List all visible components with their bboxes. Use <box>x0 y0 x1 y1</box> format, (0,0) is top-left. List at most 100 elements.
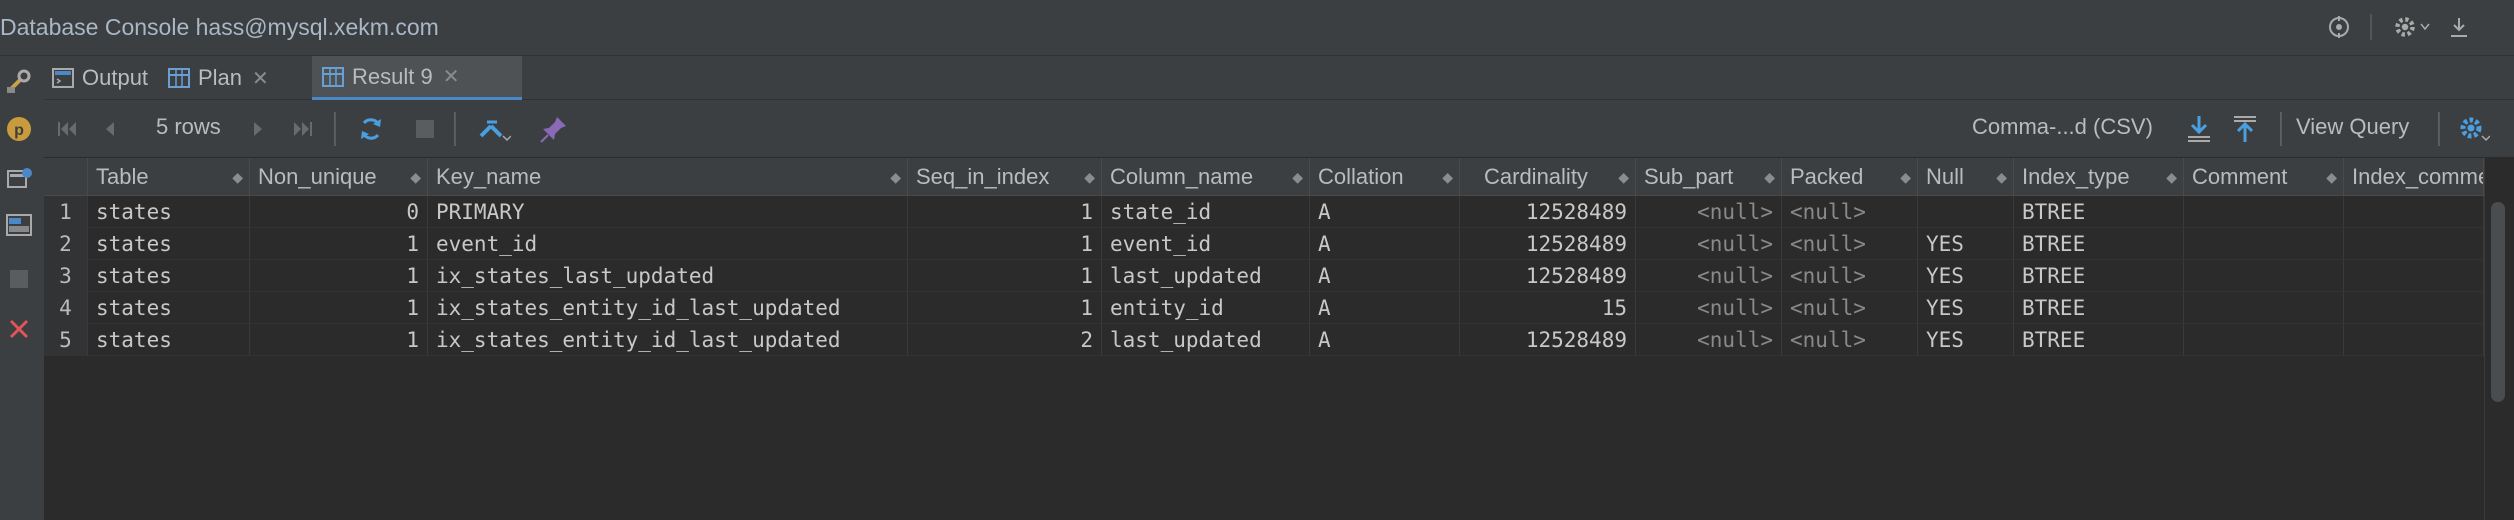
sort-icon[interactable]: ◆ <box>2166 158 2177 196</box>
column-header[interactable]: Column_name ◆ <box>1102 158 1310 196</box>
stop-icon[interactable] <box>410 112 440 146</box>
table-cell[interactable]: last_updated <box>1102 324 1310 356</box>
sort-icon[interactable]: ◆ <box>1764 158 1775 196</box>
table-row[interactable]: 4 states 1 ix_states_entity_id_last_upda… <box>44 292 2484 324</box>
table-cell[interactable] <box>2184 196 2344 228</box>
table-cell[interactable]: <null> <box>1636 292 1782 324</box>
sort-icon[interactable]: ◆ <box>410 158 421 196</box>
export-format-select[interactable]: Comma-...d (CSV) <box>1972 114 2153 140</box>
table-cell[interactable]: states <box>88 292 250 324</box>
table-cell[interactable]: 1 <box>908 260 1102 292</box>
table-cell[interactable]: states <box>88 260 250 292</box>
table-cell[interactable] <box>2344 324 2484 356</box>
table-row[interactable]: 2 states 1 event_id 1 event_id A 1252848… <box>44 228 2484 260</box>
tab-output[interactable]: Output <box>52 56 162 100</box>
sort-icon[interactable]: ◆ <box>232 158 243 196</box>
close-icon[interactable]: ✕ <box>443 64 460 89</box>
table-cell[interactable]: 12528489 <box>1460 260 1636 292</box>
table-row[interactable]: 5 states 1 ix_states_entity_id_last_upda… <box>44 324 2484 356</box>
table-cell[interactable]: BTREE <box>2014 196 2184 228</box>
table-cell[interactable]: A <box>1310 228 1460 260</box>
table-cell[interactable]: <null> <box>1636 228 1782 260</box>
table-cell[interactable] <box>1918 196 2014 228</box>
table-cell[interactable] <box>2184 292 2344 324</box>
column-header[interactable]: Comment ◆ <box>2184 158 2344 196</box>
table-cell[interactable]: 1 <box>250 260 428 292</box>
table-cell[interactable] <box>2344 292 2484 324</box>
table-cell[interactable]: 1 <box>250 324 428 356</box>
console-add-icon[interactable] <box>4 164 34 194</box>
vertical-scrollbar[interactable] <box>2484 158 2514 520</box>
table-cell[interactable]: BTREE <box>2014 292 2184 324</box>
table-cell[interactable]: <null> <box>1782 228 1918 260</box>
table-cell[interactable]: 1 <box>908 196 1102 228</box>
table-cell[interactable]: <null> <box>1636 260 1782 292</box>
table-row[interactable]: 3 states 1 ix_states_last_updated 1 last… <box>44 260 2484 292</box>
tools-icon[interactable] <box>4 66 34 96</box>
column-header[interactable]: Cardinality ◆ <box>1460 158 1636 196</box>
table-cell[interactable] <box>2184 260 2344 292</box>
table-cell[interactable]: <null> <box>1636 324 1782 356</box>
table-cell[interactable]: ix_states_entity_id_last_updated <box>428 324 908 356</box>
table-cell[interactable] <box>2344 228 2484 260</box>
settings-gear-icon[interactable] <box>2454 112 2494 146</box>
table-cell[interactable]: 0 <box>250 196 428 228</box>
column-header[interactable]: Key_name ◆ <box>428 158 908 196</box>
table-cell[interactable]: <null> <box>1782 196 1918 228</box>
table-cell[interactable]: <null> <box>1636 196 1782 228</box>
table-cell[interactable]: A <box>1310 196 1460 228</box>
column-header[interactable]: Non_unique ◆ <box>250 158 428 196</box>
column-header[interactable]: Table ◆ <box>88 158 250 196</box>
table-cell[interactable] <box>2184 228 2344 260</box>
column-header[interactable]: Null ◆ <box>1918 158 2014 196</box>
close-icon[interactable] <box>4 314 34 344</box>
table-cell[interactable]: ix_states_entity_id_last_updated <box>428 292 908 324</box>
table-cell[interactable]: states <box>88 196 250 228</box>
sort-icon[interactable]: ◆ <box>1084 158 1095 196</box>
layout-icon[interactable] <box>4 210 34 240</box>
table-cell[interactable]: 1 <box>908 228 1102 260</box>
transaction-icon[interactable] <box>474 112 514 146</box>
result-grid[interactable]: Table ◆ Non_unique ◆ Key_name ◆ Seq_in_inde… <box>44 158 2484 520</box>
table-cell[interactable]: <null> <box>1782 324 1918 356</box>
column-header[interactable]: Packed ◆ <box>1782 158 1918 196</box>
tab-result-9[interactable]: Result 9 ✕ <box>312 56 522 100</box>
table-cell[interactable]: YES <box>1918 260 2014 292</box>
table-cell[interactable] <box>2344 196 2484 228</box>
column-header[interactable]: Sub_part ◆ <box>1636 158 1782 196</box>
sort-icon[interactable]: ◆ <box>1996 158 2007 196</box>
table-cell[interactable]: entity_id <box>1102 292 1310 324</box>
table-cell[interactable]: 12528489 <box>1460 196 1636 228</box>
table-cell[interactable]: <null> <box>1782 260 1918 292</box>
upload-icon[interactable] <box>2228 112 2262 146</box>
table-cell[interactable]: <null> <box>1782 292 1918 324</box>
table-cell[interactable]: BTREE <box>2014 228 2184 260</box>
table-cell[interactable]: last_updated <box>1102 260 1310 292</box>
last-page-icon[interactable] <box>288 112 318 146</box>
table-cell[interactable]: states <box>88 324 250 356</box>
stop-icon[interactable] <box>4 264 34 294</box>
p-badge-icon[interactable]: p <box>4 114 34 144</box>
table-cell[interactable]: YES <box>1918 324 2014 356</box>
table-cell[interactable]: 12528489 <box>1460 324 1636 356</box>
table-cell[interactable]: A <box>1310 324 1460 356</box>
pin-icon[interactable] <box>536 112 572 146</box>
table-cell[interactable]: 1 <box>908 292 1102 324</box>
column-header[interactable]: Index_comment <box>2344 158 2484 196</box>
sort-icon[interactable]: ◆ <box>890 158 901 196</box>
table-cell[interactable]: YES <box>1918 292 2014 324</box>
previous-page-icon[interactable] <box>96 112 122 146</box>
table-cell[interactable]: event_id <box>428 228 908 260</box>
table-cell[interactable]: 1 <box>250 228 428 260</box>
sort-icon[interactable]: ◆ <box>1900 158 1911 196</box>
table-cell[interactable] <box>2184 324 2344 356</box>
refresh-icon[interactable] <box>354 112 388 146</box>
table-cell[interactable]: BTREE <box>2014 260 2184 292</box>
chevron-down-icon[interactable] <box>2416 12 2434 42</box>
scrollbar-thumb[interactable] <box>2491 202 2505 402</box>
column-header[interactable]: Collation ◆ <box>1310 158 1460 196</box>
table-cell[interactable]: ix_states_last_updated <box>428 260 908 292</box>
crosshair-icon[interactable] <box>2324 12 2354 42</box>
close-icon[interactable]: ✕ <box>252 66 269 91</box>
first-page-icon[interactable] <box>52 112 82 146</box>
